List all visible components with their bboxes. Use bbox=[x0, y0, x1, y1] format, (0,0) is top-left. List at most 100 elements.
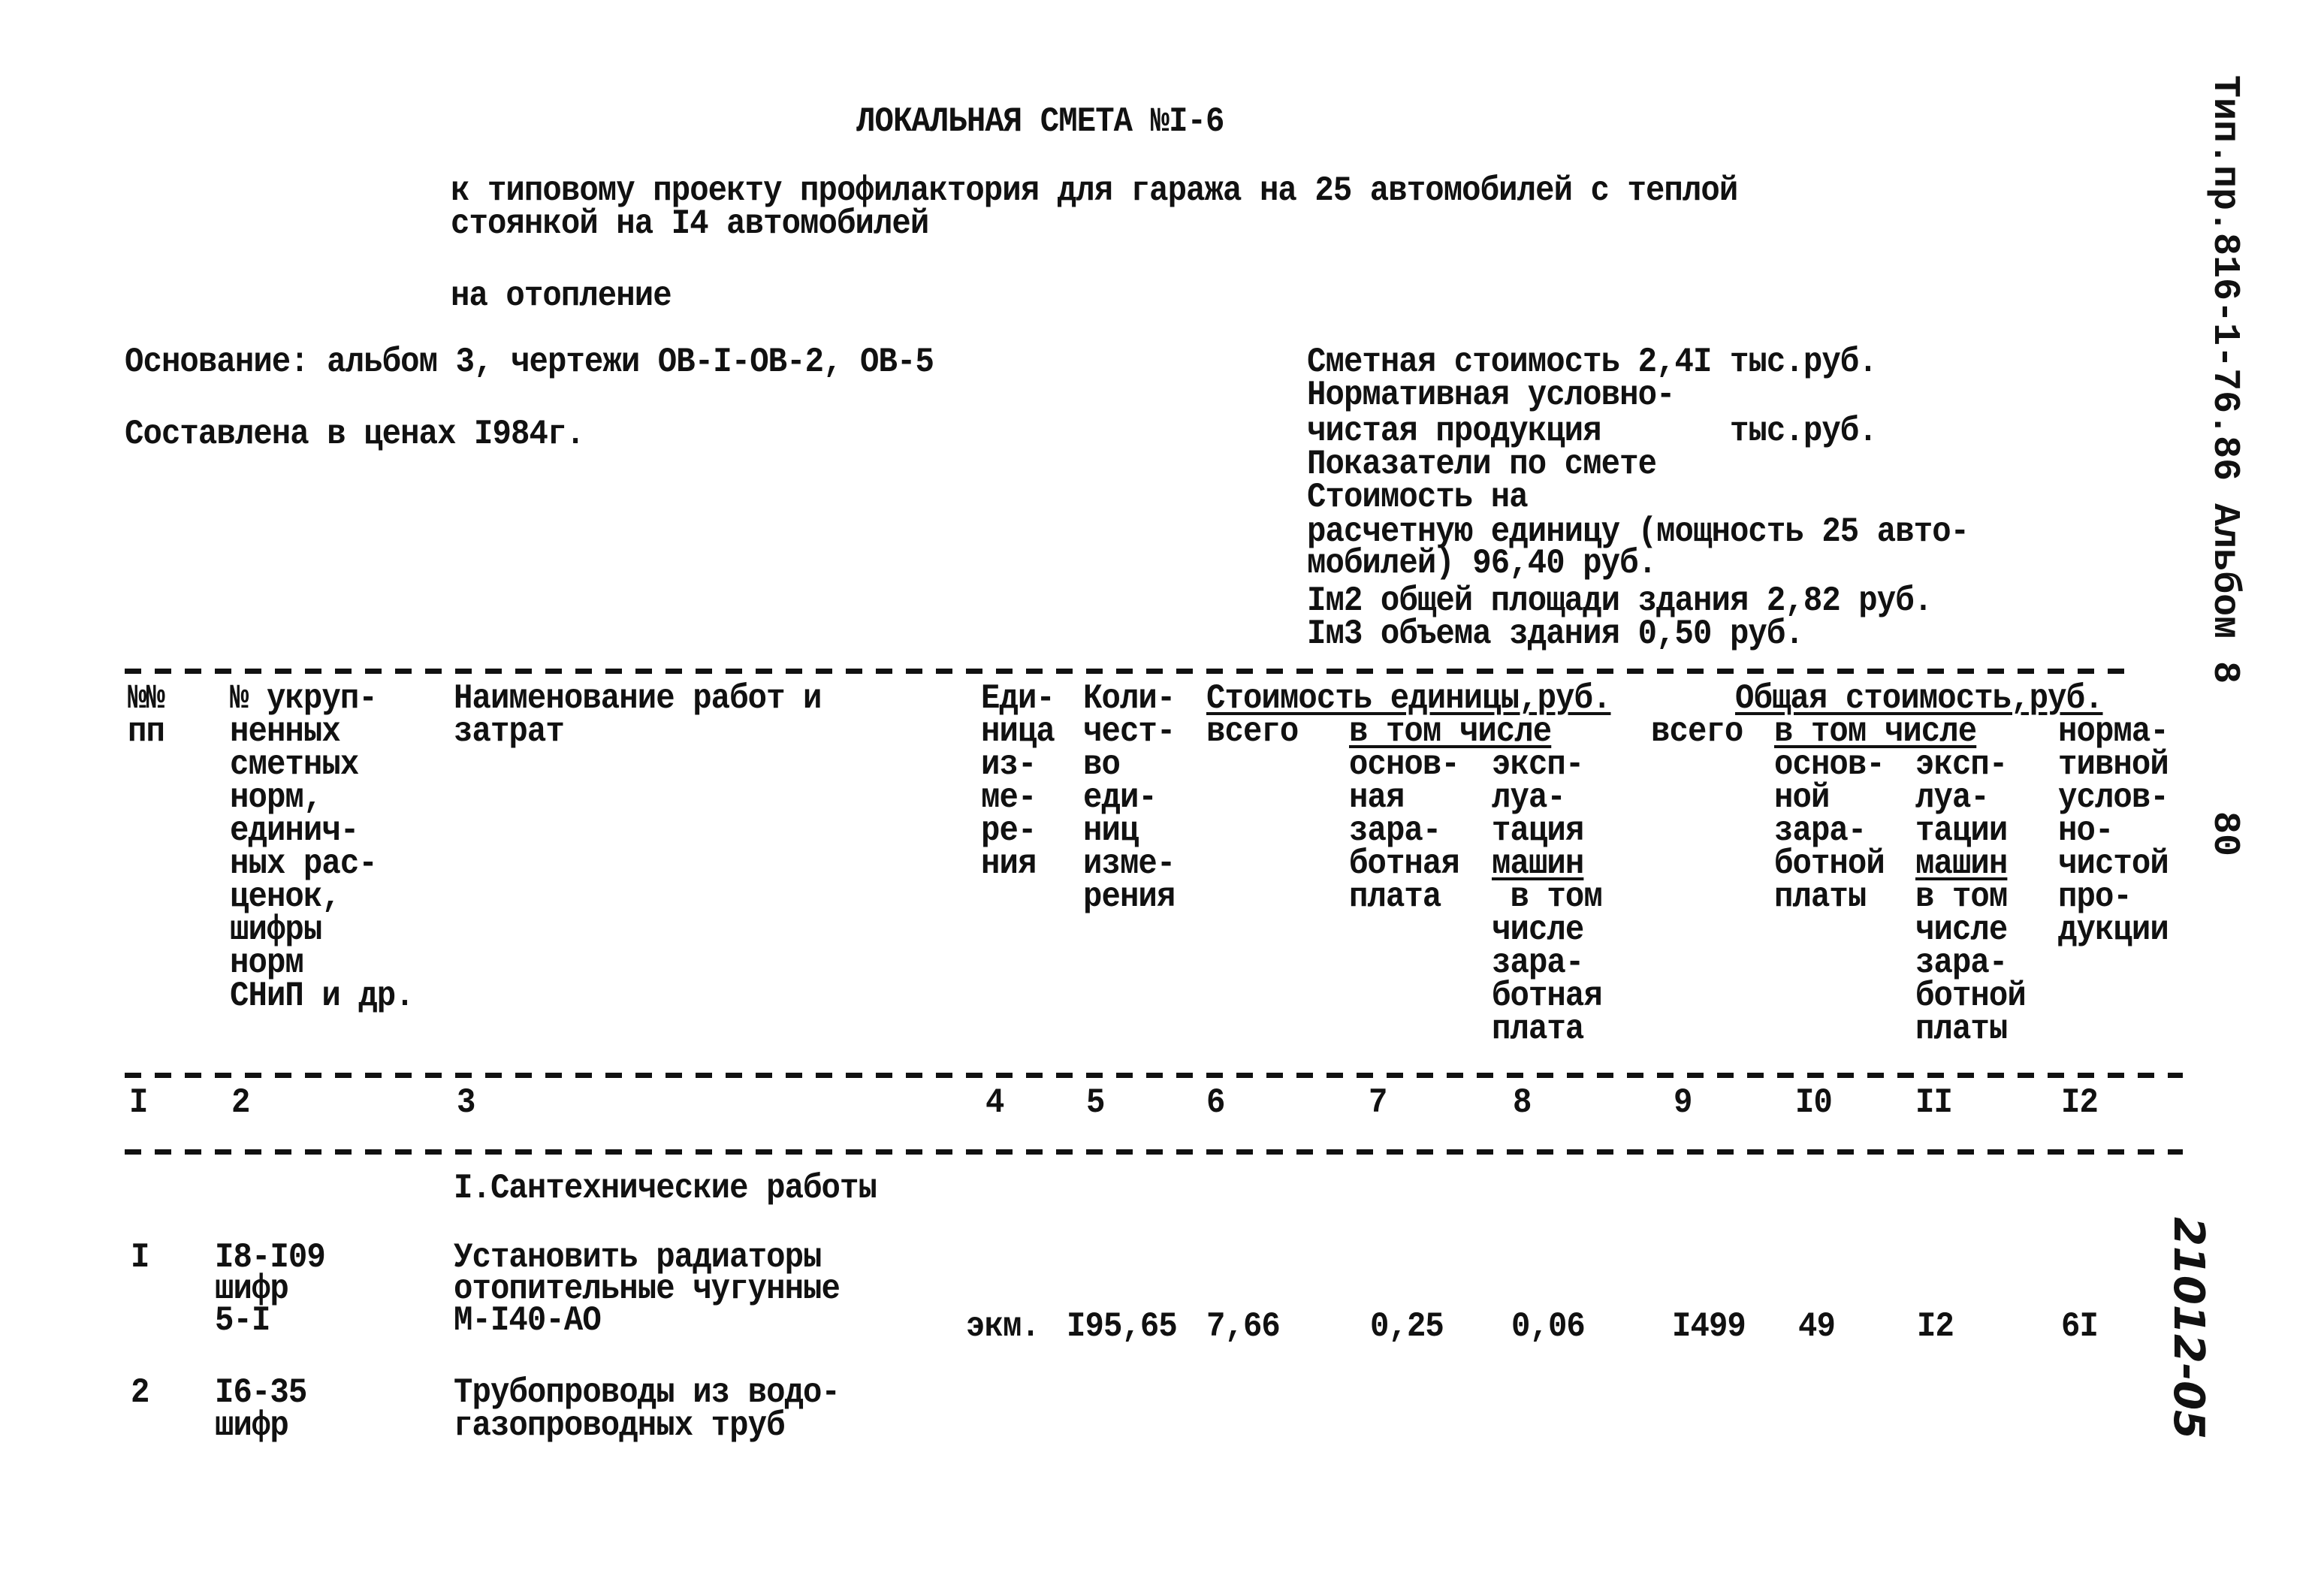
header-total-incl: в том числе bbox=[1774, 712, 1977, 751]
column-number: 6 bbox=[1206, 1083, 1225, 1122]
header-col-5-line: ниц bbox=[1083, 811, 1139, 850]
column-number: 7 bbox=[1369, 1083, 1387, 1122]
summary-line: Показатели по смете bbox=[1307, 445, 1657, 484]
header-col-2-line: ценок, bbox=[230, 877, 341, 916]
row-quantity: I95,65 bbox=[1067, 1307, 1178, 1346]
section-title: I.Сантехнические работы bbox=[454, 1169, 877, 1208]
header-col-8-line: в том bbox=[1492, 877, 1602, 916]
header-col-8-line: тация bbox=[1492, 811, 1584, 850]
header-col-1-line: №№ bbox=[128, 679, 165, 718]
header-col-2-line: сметных bbox=[230, 745, 359, 784]
header-col-5-line: во bbox=[1083, 745, 1121, 784]
header-col-2-line: ных рас- bbox=[230, 844, 378, 883]
header-col-2-line: ненных bbox=[230, 712, 341, 751]
header-col-12-line: услов- bbox=[2058, 778, 2169, 817]
row-unit-total: 7,66 bbox=[1206, 1307, 1281, 1346]
header-unit-incl: в том числе bbox=[1349, 712, 1552, 751]
column-number: 8 bbox=[1513, 1083, 1532, 1122]
subtitle-line-2: стоянкой на I4 автомобилей bbox=[451, 204, 929, 243]
header-col-11-line: платы bbox=[1915, 1010, 2008, 1049]
header-col-11-line: луа- bbox=[1915, 778, 1990, 817]
header-col-12-line: норма- bbox=[2058, 712, 2169, 751]
column-number: 5 bbox=[1086, 1083, 1105, 1122]
summary-line: Сметная стоимость 2,4I тыс.руб. bbox=[1307, 343, 1878, 382]
header-unit-cost-group: Стоимость единицы,руб. bbox=[1206, 679, 1611, 718]
column-number: I bbox=[129, 1083, 148, 1122]
summary-line: Стоимость на bbox=[1307, 478, 1529, 517]
summary-line: мобилей) 96,40 руб. bbox=[1307, 544, 1657, 583]
header-col-8-line: числе bbox=[1492, 910, 1584, 949]
header-col-12-line: тивной bbox=[2058, 745, 2169, 784]
header-col-12-line: дукции bbox=[2058, 910, 2169, 949]
column-number: 9 bbox=[1674, 1083, 1692, 1122]
header-col-2-line: единич- bbox=[230, 811, 359, 850]
summary-line: Iм2 общей площади здания 2,82 руб. bbox=[1307, 581, 1933, 620]
row-number: I bbox=[131, 1238, 149, 1277]
header-col-5-line: рения bbox=[1083, 877, 1176, 916]
header-col-12-line: но- bbox=[2058, 811, 2114, 850]
row-unit-wage: 0,25 bbox=[1370, 1307, 1444, 1346]
header-col-4-line: Еди- bbox=[981, 679, 1055, 718]
basis-foundation: Основание: альбом 3, чертежи ОВ-I-ОВ-2, … bbox=[125, 343, 934, 382]
column-number: I0 bbox=[1795, 1083, 1833, 1122]
header-col-11-line: ботной bbox=[1915, 977, 2027, 1016]
header-col-8-line: ботная bbox=[1492, 977, 1603, 1016]
header-col-11-line: в том bbox=[1915, 877, 2008, 916]
header-col-2-line: норм, bbox=[230, 778, 322, 817]
row-normative: 6I bbox=[2061, 1307, 2099, 1346]
header-col-8-line: луа- bbox=[1492, 778, 1566, 817]
header-col-8-line: эксп- bbox=[1492, 745, 1584, 784]
header-col-2-line: № укруп- bbox=[230, 679, 378, 718]
row-unit: экм. bbox=[966, 1307, 1040, 1346]
row-unit-machine: 0,06 bbox=[1511, 1307, 1586, 1346]
row-total: I499 bbox=[1672, 1307, 1746, 1346]
basis-prices: Составлена в ценах I984г. bbox=[125, 415, 585, 454]
header-col-11-line: машин bbox=[1915, 844, 2008, 883]
row-total-machine: I2 bbox=[1917, 1307, 1954, 1346]
header-col-4-line: ния bbox=[981, 844, 1037, 883]
column-number: 4 bbox=[985, 1083, 1004, 1122]
summary-line: чистая продукция тыс.руб. bbox=[1307, 412, 1878, 451]
side-stamp-page: 80 bbox=[2203, 811, 2246, 857]
header-col-7-line: зара- bbox=[1349, 811, 1441, 850]
row-code-line: шифр bbox=[215, 1406, 289, 1445]
header-col-9: всего bbox=[1651, 712, 1743, 751]
header-col-10-line: платы bbox=[1774, 877, 1867, 916]
header-col-2-line: СНиП и др. bbox=[230, 977, 415, 1016]
table-top-rule bbox=[125, 669, 2138, 674]
header-col-12-line: чистой bbox=[2058, 844, 2169, 883]
header-col-10-line: ной bbox=[1774, 778, 1830, 817]
column-number: 2 bbox=[231, 1083, 250, 1122]
row-number: 2 bbox=[131, 1373, 149, 1412]
row-total-wage: 49 bbox=[1798, 1307, 1836, 1346]
column-number: 3 bbox=[457, 1083, 475, 1122]
header-col-1-line: пп bbox=[128, 712, 165, 751]
row-name-line: Трубопроводы из водо- bbox=[454, 1373, 841, 1412]
header-col-7-line: ная bbox=[1349, 778, 1405, 817]
column-numbers-rule bbox=[125, 1149, 2183, 1155]
header-col-11-line: эксп- bbox=[1915, 745, 2008, 784]
header-col-3-line: затрат bbox=[454, 712, 565, 751]
header-col-5-line: изме- bbox=[1083, 844, 1176, 883]
header-col-11-line: зара- bbox=[1915, 943, 2008, 983]
header-col-3-line: Наименование работ и bbox=[454, 679, 822, 718]
header-total-cost-group: Общая стоимость,руб. bbox=[1735, 679, 2103, 718]
header-col-10-line: основ- bbox=[1774, 745, 1885, 784]
header-col-6: всего bbox=[1206, 712, 1299, 751]
header-col-4-line: ре- bbox=[981, 811, 1037, 850]
header-col-2-line: шифры bbox=[230, 910, 322, 949]
header-col-7-line: плата bbox=[1349, 877, 1441, 916]
row-code-line: 5-I bbox=[215, 1301, 270, 1340]
row-name-line: М-I40-АО bbox=[454, 1301, 602, 1340]
summary-line: Нормативная условно- bbox=[1307, 376, 1675, 415]
header-col-8-line: зара- bbox=[1492, 943, 1584, 983]
header-col-5-line: чест- bbox=[1083, 712, 1176, 751]
header-col-10-line: зара- bbox=[1774, 811, 1867, 850]
document-title: ЛОКАЛЬНАЯ СМЕТА №I-6 bbox=[856, 102, 1224, 141]
header-col-11-line: числе bbox=[1915, 910, 2008, 949]
summary-line: Iм3 объема здания 0,50 руб. bbox=[1307, 614, 1804, 654]
header-col-4-line: ница bbox=[981, 712, 1055, 751]
header-bottom-rule bbox=[125, 1073, 2183, 1078]
side-stamp-code: Тип.пр.816-1-76.86 Альбом 8 bbox=[2203, 75, 2246, 684]
header-col-5-line: Коли- bbox=[1083, 679, 1176, 718]
